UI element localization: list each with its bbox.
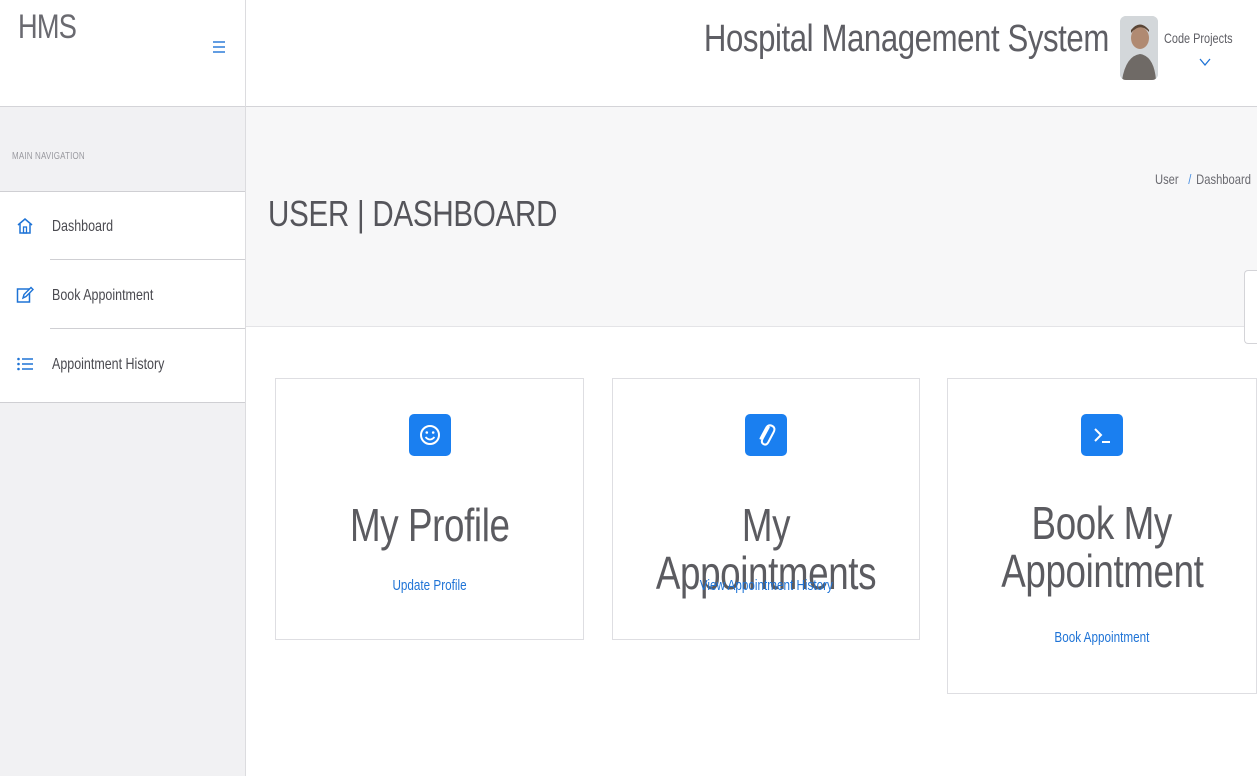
breadcrumb-item-user[interactable]: User xyxy=(1155,171,1179,187)
view-appointment-history-link[interactable]: View Appointment History xyxy=(613,577,919,594)
smiley-icon xyxy=(408,414,451,456)
nav-list: Dashboard Book Appointment Appointment H… xyxy=(0,192,245,403)
card-title: My Profile xyxy=(349,499,510,551)
divider xyxy=(50,259,245,260)
book-appointment-link[interactable]: Book Appointment xyxy=(948,629,1256,646)
menu-toggle-icon[interactable] xyxy=(212,36,226,58)
settings-panel-tab[interactable] xyxy=(1244,270,1257,344)
home-icon xyxy=(15,216,35,236)
system-title: Hospital Management System xyxy=(703,18,1109,60)
chevron-down-icon[interactable] xyxy=(1198,54,1212,67)
list-icon xyxy=(15,354,35,374)
breadcrumb-item-dashboard: Dashboard xyxy=(1196,171,1251,187)
sidebar-item-label: Book Appointment xyxy=(52,287,154,304)
brand-header: HMS xyxy=(0,0,245,107)
breadcrumb: User / Dashboard xyxy=(1155,171,1251,187)
card-title: Book My Appointment xyxy=(1000,497,1204,597)
user-name[interactable]: Code Projects xyxy=(1164,30,1233,46)
terminal-icon xyxy=(1081,414,1123,456)
sidebar-item-label: Appointment History xyxy=(52,356,165,373)
top-bar: Hospital Management System Code Projects xyxy=(246,0,1257,107)
card-my-profile[interactable]: My Profile Update Profile xyxy=(275,378,584,640)
page-title: USER | DASHBOARD xyxy=(268,193,558,234)
pencil-square-icon xyxy=(15,285,35,305)
card-book-my-appointment[interactable]: Book My Appointment Book Appointment xyxy=(947,378,1257,694)
sidebar-item-appointment-history[interactable]: Appointment History xyxy=(0,330,245,398)
sidebar-item-dashboard[interactable]: Dashboard xyxy=(0,192,245,260)
page-title-area: USER | DASHBOARD User / Dashboard xyxy=(246,107,1257,344)
nav-heading: MAIN NAVIGATION xyxy=(0,107,245,192)
avatar[interactable] xyxy=(1120,16,1158,80)
divider xyxy=(50,328,245,329)
update-profile-link[interactable]: Update Profile xyxy=(276,577,583,594)
sidebar-item-book-appointment[interactable]: Book Appointment xyxy=(0,261,245,329)
card-my-appointments[interactable]: My Appointments View Appointment History xyxy=(612,378,920,640)
paperclip-icon xyxy=(745,414,787,456)
breadcrumb-separator: / xyxy=(1188,171,1192,187)
sidebar: HMS MAIN NAVIGATION Dashboard Book Appoi… xyxy=(0,0,246,776)
sidebar-item-label: Dashboard xyxy=(52,218,114,235)
brand-logo-text[interactable]: HMS xyxy=(18,8,77,47)
nav-heading-label: MAIN NAVIGATION xyxy=(12,151,85,162)
